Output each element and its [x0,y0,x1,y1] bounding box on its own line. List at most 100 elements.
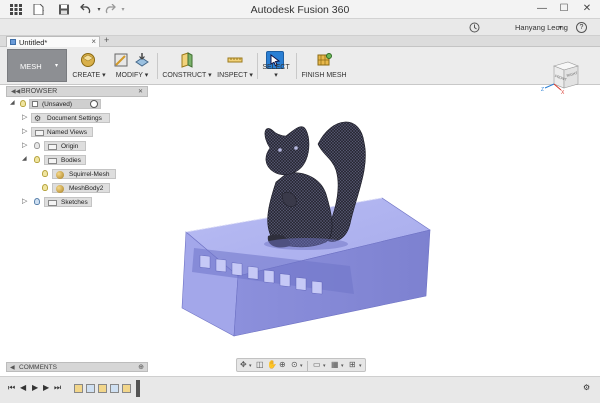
inspect-group[interactable]: INSPECT ▾ [215,49,255,83]
browser-pin-icon[interactable]: ✕ [138,88,143,95]
comments-title: COMMENTS [19,364,57,371]
inspect-measure-icon [227,57,243,63]
browser-title: BROWSER [21,88,58,95]
expand-icon[interactable]: ▷ [22,113,27,121]
collapse-icon[interactable]: ◢ [22,155,27,162]
browser-panel-header[interactable]: ◀◀ BROWSER ✕ [6,86,148,97]
tree-item-origin[interactable]: ▷ Origin [22,141,92,151]
pan-icon[interactable]: ✋ [267,360,277,369]
timeline-feature[interactable] [98,384,107,393]
comments-panel[interactable]: ◀ COMMENTS ⊕ [6,362,148,372]
close-tab-icon[interactable]: × [91,37,96,46]
collapse-browser-icon[interactable]: ◀◀ [11,88,20,95]
look-at-icon[interactable]: ◫ [256,360,264,369]
new-tab-button[interactable]: + [104,35,109,45]
fit-icon[interactable]: ⊙ [291,360,298,369]
timeline-feature[interactable] [110,384,119,393]
step-back-icon[interactable]: ◀ [20,383,26,392]
maximize-button[interactable]: ☐ [557,3,571,14]
viewports-dropdown-icon[interactable]: ▾ [359,363,362,369]
tree-item-bodies[interactable]: ◢ Bodies [22,155,92,165]
visibility-bulb-icon[interactable] [34,156,40,163]
add-comment-icon[interactable]: ⊕ [138,363,144,371]
expand-comments-icon[interactable]: ◀ [10,364,15,371]
activate-component-icon[interactable] [90,100,98,108]
document-icon [32,101,38,107]
timeline-feature[interactable] [122,384,131,393]
grid-settings-icon[interactable]: ▦ [331,360,339,369]
step-forward-icon[interactable]: ▶ [43,383,49,392]
tree-item-root[interactable]: ◢ (Unsaved) [10,99,110,109]
document-tab[interactable]: Untitled* × [6,36,100,47]
canvas-viewport[interactable] [150,86,600,374]
user-caret-icon[interactable]: ▾ [559,24,562,31]
visibility-bulb-icon[interactable] [34,198,40,205]
folder-icon [48,200,57,206]
reduce-mesh-icon [135,53,149,67]
select-menu: SELECT ▾ [262,64,290,79]
expand-icon[interactable]: ▷ [22,197,27,205]
zoom-icon[interactable]: ⊕ [279,360,286,369]
toolbar-separator [157,53,158,79]
timeline-feature[interactable] [74,384,83,393]
gear-icon: ⚙ [34,114,42,123]
document-tab-row: Untitled* × + [0,35,600,47]
tree-item-named-views[interactable]: ▷ Named Views [22,127,102,137]
tree-item-squirrel-mesh[interactable]: Squirrel-Mesh [42,169,122,179]
minimize-button[interactable]: — [535,3,549,14]
finish-mesh-icon [317,53,332,66]
select-group[interactable]: SELECT ▾ [260,49,292,83]
ribbon-toolbar: MESH ▾ CREATE ▾ MODIFY ▾ CONSTRUCT ▾ INS… [0,47,600,85]
workspace-caret-icon: ▾ [54,63,58,69]
tree-item-label: Bodies [61,157,81,164]
tree-item-label: Document Settings [47,115,102,122]
go-to-start-icon[interactable]: ⏮ [8,383,15,393]
create-group[interactable]: CREATE ▾ [72,49,106,83]
orbit-icon[interactable]: ✥ [240,360,247,369]
viewports-icon[interactable]: ⊞ [349,360,356,369]
tree-item-sketches[interactable]: ▷ Sketches [22,197,102,207]
folder-icon [48,144,57,150]
create-mesh-icon [81,53,95,67]
tree-item-label: Sketches [61,199,88,206]
tree-item-meshbody2[interactable]: MeshBody2 [42,183,122,193]
tree-item-label: Squirrel-Mesh [69,171,110,178]
visibility-bulb-icon[interactable] [42,170,48,177]
modify-group[interactable]: MODIFY ▾ [110,49,154,83]
create-menu: CREATE ▾ [72,72,106,79]
modify-mesh-icon [114,53,128,67]
display-settings-icon[interactable]: ▭ [313,360,321,369]
modify-menu: MODIFY ▾ [115,72,149,79]
close-button[interactable]: ✕ [580,3,594,14]
inspect-menu: INSPECT ▾ [217,72,253,79]
timeline-settings-icon[interactable]: ⚙ [583,383,590,392]
finish-mesh-button: FINISH MESH [301,72,347,79]
zoom-dropdown-icon[interactable]: ▾ [300,363,303,369]
expand-icon[interactable]: ▷ [22,141,27,149]
play-icon[interactable]: ▶ [32,383,38,392]
display-dropdown-icon[interactable]: ▾ [323,363,326,369]
tree-item-document-settings[interactable]: ▷ ⚙ Document Settings [22,113,112,123]
job-status-icon[interactable] [469,22,480,33]
orbit-dropdown-icon[interactable]: ▾ [249,363,252,369]
navigation-bar: ✥ ▾ ◫ ✋ ⊕ ⊙ ▾ ▭ ▾ ▦ ▾ ⊞ ▾ [236,358,366,372]
visibility-bulb-icon[interactable] [20,100,26,107]
grid-dropdown-icon[interactable]: ▾ [341,363,344,369]
tree-item-label: Named Views [47,129,87,136]
help-button[interactable]: ? [576,22,587,33]
document-icon [10,39,16,45]
timeline-marker[interactable] [136,380,140,397]
expand-icon[interactable]: ▷ [22,127,27,135]
visibility-bulb-icon[interactable] [42,184,48,191]
go-to-end-icon[interactable]: ⏭ [54,383,61,393]
workspace-switcher[interactable]: MESH ▾ [7,49,67,82]
construct-group[interactable]: CONSTRUCT ▾ [162,49,212,83]
top-nav-row: Hanyang Leong ▾ ? [0,19,600,36]
window-title: Autodesk Fusion 360 [250,4,350,16]
timeline-feature[interactable] [86,384,95,393]
expand-root-icon[interactable]: ◢ [10,99,15,106]
visibility-bulb-icon[interactable] [34,142,40,149]
title-bar: ▾ ▾ Autodesk Fusion 360 — ☐ ✕ [0,0,600,19]
finish-mesh-group[interactable]: FINISH MESH [300,49,348,83]
tree-item-label: MeshBody2 [69,185,104,192]
